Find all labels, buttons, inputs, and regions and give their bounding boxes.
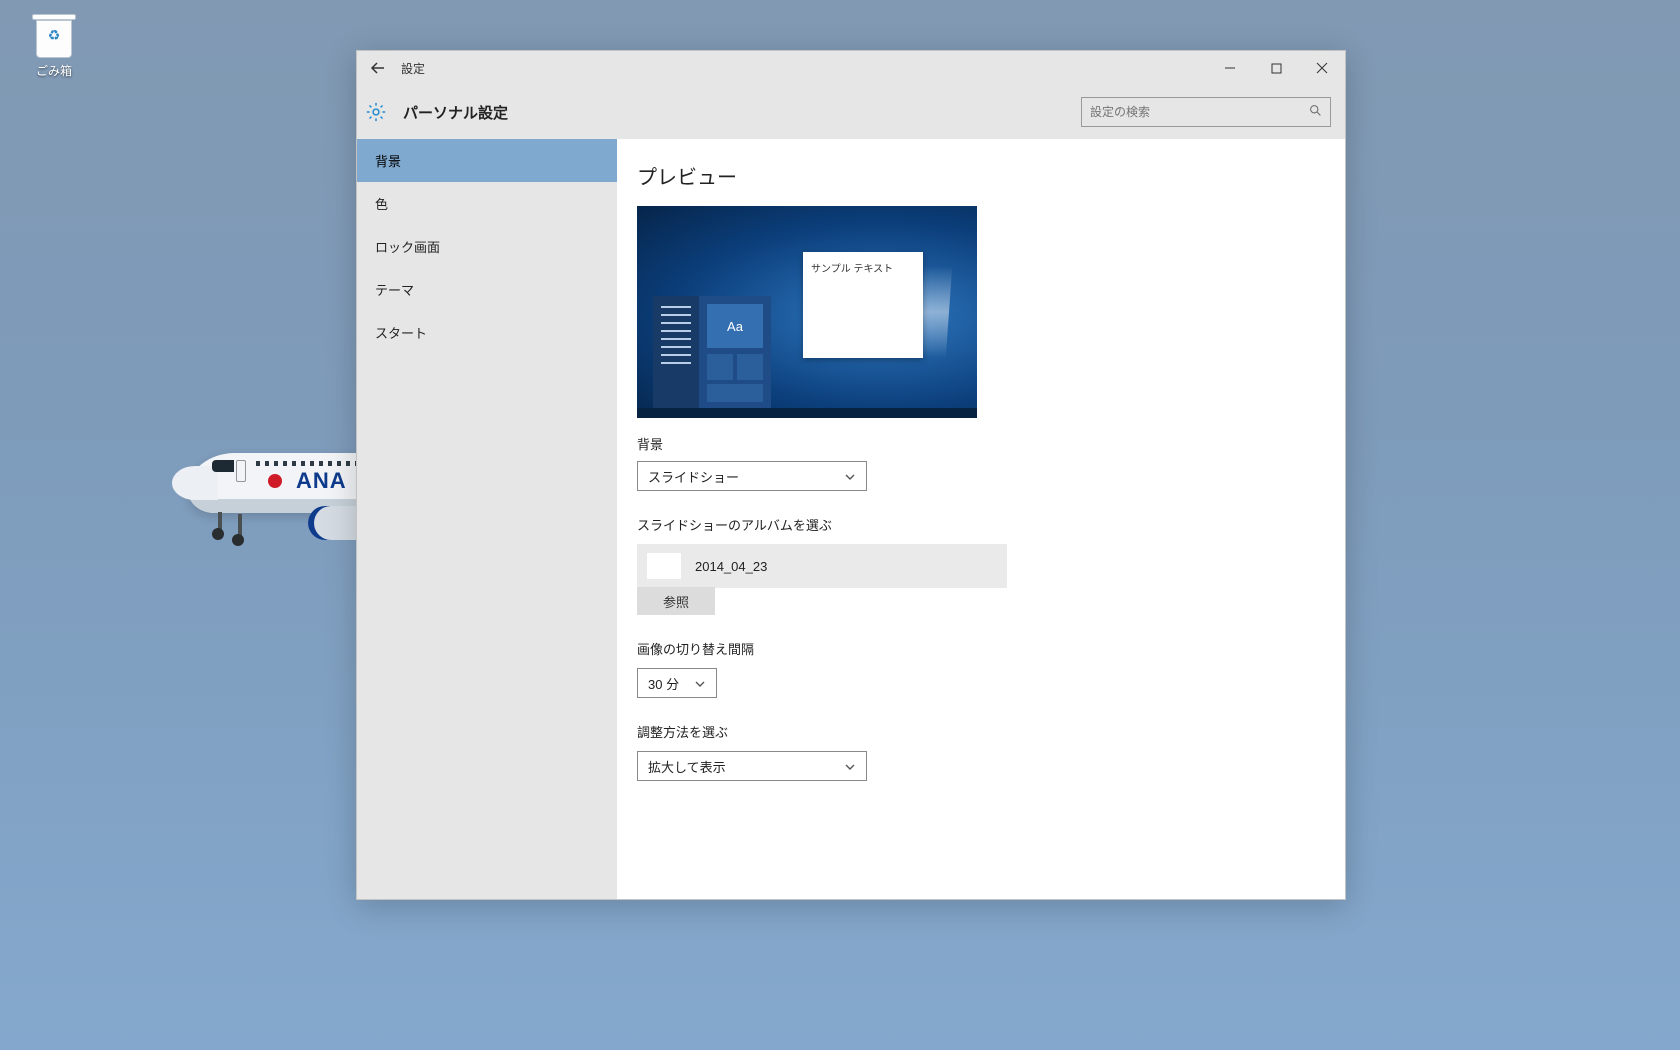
chevron-down-icon (844, 760, 856, 772)
sidebar-item-lockscreen[interactable]: ロック画面 (357, 225, 617, 268)
background-label: 背景 (637, 434, 1325, 453)
search-input[interactable] (1090, 105, 1309, 119)
gear-icon (363, 99, 389, 125)
background-dropdown[interactable]: スライドショー (637, 461, 867, 491)
fit-value: 拡大して表示 (648, 757, 726, 776)
preview-start-menu: Aa (653, 296, 771, 408)
album-thumbnail (647, 553, 681, 579)
back-button[interactable] (357, 51, 399, 85)
sidebar-item-start[interactable]: スタート (357, 311, 617, 354)
sidebar-item-color[interactable]: 色 (357, 182, 617, 225)
search-box[interactable] (1081, 97, 1331, 127)
maximize-button[interactable] (1253, 51, 1299, 85)
window-controls (1207, 51, 1345, 85)
airplane-logo-text: ANA (296, 470, 347, 492)
settings-window: 設定 パーソナル設定 背景 色 ロ (356, 50, 1346, 900)
sidebar-item-background[interactable]: 背景 (357, 139, 617, 182)
chevron-down-icon (844, 470, 856, 482)
sidebar: 背景 色 ロック画面 テーマ スタート (357, 139, 617, 899)
preview-sample-text: サンプル テキスト (811, 260, 915, 275)
background-preview: Aa サンプル テキスト (637, 206, 977, 418)
interval-label: 画像の切り替え間隔 (637, 639, 1325, 658)
page-title: パーソナル設定 (403, 102, 508, 123)
close-button[interactable] (1299, 51, 1345, 85)
content-pane: プレビュー Aa サンプル テキスト 背景 (617, 139, 1345, 899)
window-title: 設定 (401, 60, 425, 77)
background-value: スライドショー (648, 467, 739, 486)
album-row[interactable]: 2014_04_23 (637, 544, 1007, 588)
recycle-bin-label: ごみ箱 (18, 62, 90, 79)
album-label: スライドショーのアルバムを選ぶ (637, 515, 1325, 534)
interval-dropdown[interactable]: 30 分 (637, 668, 717, 698)
fit-dropdown[interactable]: 拡大して表示 (637, 751, 867, 781)
desktop-recycle-bin[interactable]: ♻ ごみ箱 (18, 10, 90, 79)
titlebar: 設定 (357, 51, 1345, 85)
recycle-bin-icon: ♻ (30, 10, 78, 58)
sidebar-item-themes[interactable]: テーマ (357, 268, 617, 311)
fit-label: 調整方法を選ぶ (637, 722, 1325, 741)
album-name: 2014_04_23 (695, 559, 767, 574)
preview-heading: プレビュー (637, 161, 1325, 190)
browse-button[interactable]: 参照 (637, 587, 715, 615)
interval-value: 30 分 (648, 674, 679, 693)
minimize-button[interactable] (1207, 51, 1253, 85)
search-icon (1309, 104, 1322, 120)
header-row: パーソナル設定 (357, 85, 1345, 139)
chevron-down-icon (694, 677, 706, 689)
preview-tile-aa: Aa (707, 304, 763, 348)
preview-sample-window: サンプル テキスト (803, 252, 923, 358)
